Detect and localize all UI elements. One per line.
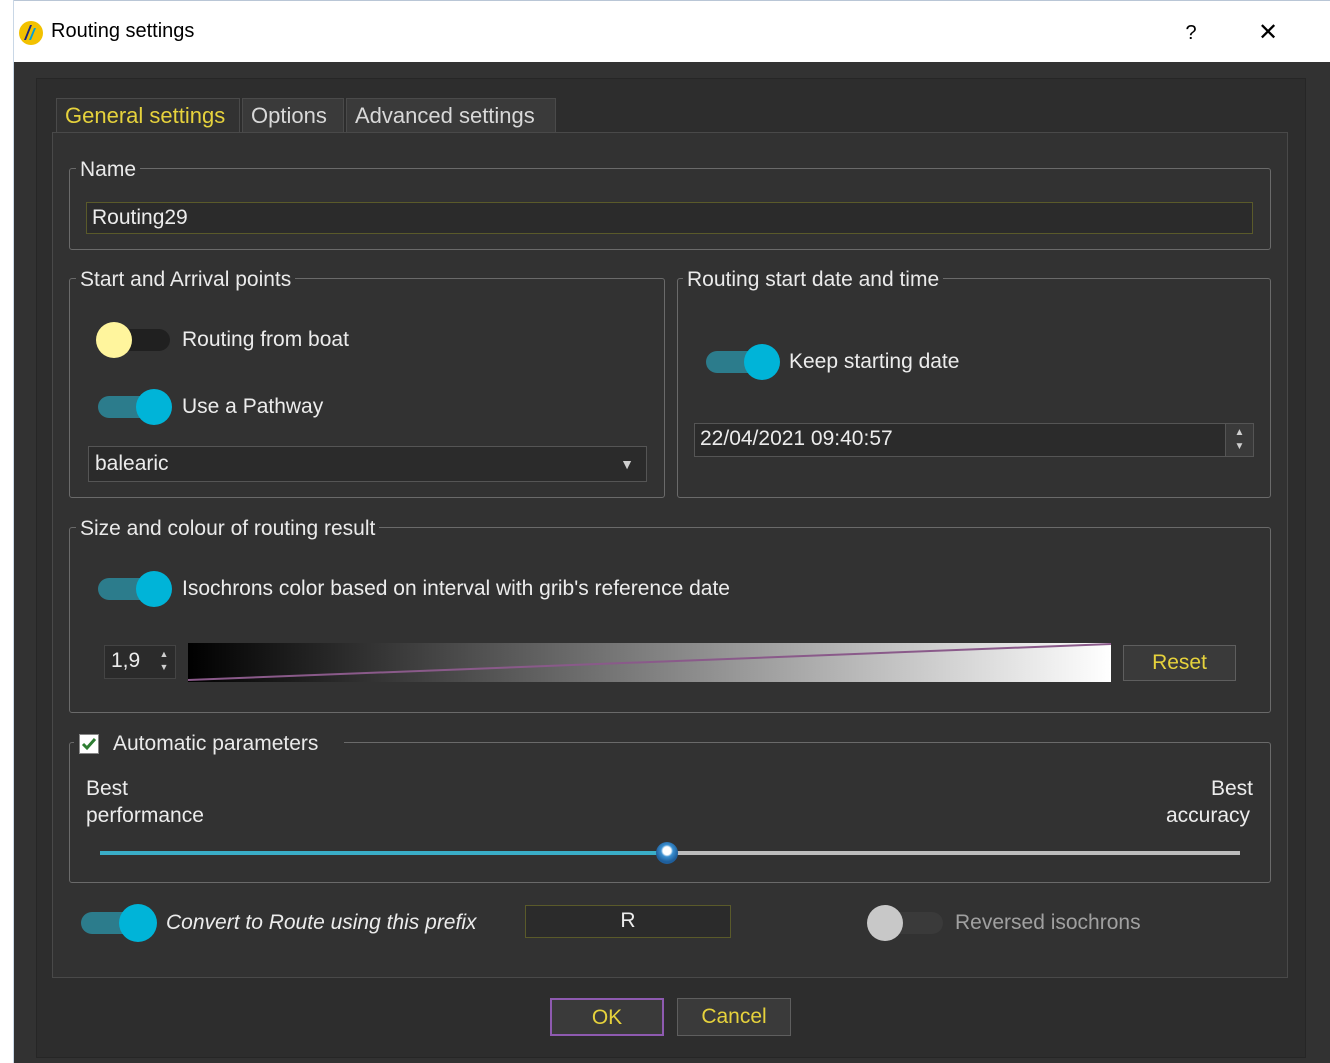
performance-accuracy-slider[interactable] (100, 840, 1240, 866)
reversed-isochrons-toggle[interactable] (867, 904, 945, 942)
toggle-knob (119, 904, 157, 942)
datetime-value: 22/04/2021 09:40:57 (700, 427, 893, 450)
datetime-input[interactable]: 22/04/2021 09:40:57 ▲ ▼ (694, 423, 1254, 457)
tab-options[interactable]: Options (242, 98, 344, 132)
line-width-spinner[interactable]: ▲ ▼ (155, 648, 173, 676)
tab-advanced-settings[interactable]: Advanced settings (346, 98, 556, 132)
pathway-select-value: balearic (95, 452, 169, 475)
start-arrival-title: Start and Arrival points (76, 267, 296, 293)
performance-label: performance (86, 804, 204, 827)
pathway-select[interactable]: balearic ▼ (88, 446, 647, 482)
line-width-spinbox[interactable]: 1,9 ▲ ▼ (104, 645, 176, 679)
best-label-right: Best (1211, 777, 1254, 800)
slider-empty-track (667, 851, 1240, 855)
reset-button[interactable]: Reset (1123, 645, 1236, 681)
close-button[interactable]: ✕ (1240, 14, 1296, 52)
keep-starting-date-label: Keep starting date (789, 350, 960, 373)
best-label-left: Best (86, 777, 129, 800)
size-colour-group (69, 527, 1271, 713)
spin-up-icon[interactable]: ▲ (155, 648, 173, 661)
chevron-down-icon: ▼ (620, 456, 634, 472)
automatic-params-title: Automatic parameters (109, 731, 323, 757)
convert-to-route-toggle[interactable] (81, 904, 159, 942)
ok-button[interactable]: OK (550, 998, 664, 1036)
title-bar (14, 0, 1330, 62)
spin-down-icon[interactable]: ▼ (1226, 440, 1253, 454)
accuracy-label: accuracy (1166, 804, 1251, 827)
line-width-value: 1,9 (111, 649, 141, 672)
spin-up-icon[interactable]: ▲ (1226, 426, 1253, 440)
toggle-knob (744, 344, 780, 380)
route-prefix-input[interactable]: R (525, 905, 731, 938)
tab-general-settings[interactable]: General settings (56, 98, 240, 132)
keep-starting-date-toggle[interactable] (706, 344, 782, 380)
checkmark-icon (81, 738, 97, 751)
color-gradient-bar[interactable] (188, 643, 1111, 682)
routing-from-boat-label: Routing from boat (182, 328, 349, 351)
help-button[interactable]: ? (1168, 14, 1214, 52)
desktop-edge (0, 0, 14, 1063)
slider-filled-track (100, 851, 667, 855)
convert-to-route-label: Convert to Route using this prefix (166, 911, 477, 934)
isochron-color-toggle[interactable] (98, 571, 174, 607)
isochron-color-label: Isochrons color based on interval with g… (182, 577, 730, 600)
routing-from-boat-toggle[interactable] (96, 322, 172, 358)
cancel-button[interactable]: Cancel (677, 998, 791, 1036)
spin-down-icon[interactable]: ▼ (155, 661, 173, 674)
size-colour-title: Size and colour of routing result (76, 516, 380, 542)
datetime-spinner[interactable]: ▲ ▼ (1225, 424, 1253, 456)
slider-handle[interactable] (656, 842, 678, 864)
start-date-group (677, 278, 1271, 498)
window-title: Routing settings (51, 20, 195, 42)
name-group-title: Name (76, 157, 141, 183)
reversed-isochrons-label: Reversed isochrons (955, 911, 1141, 934)
toggle-knob (136, 389, 172, 425)
toggle-knob (867, 905, 903, 941)
use-pathway-toggle[interactable] (98, 389, 174, 425)
use-pathway-label: Use a Pathway (182, 395, 324, 418)
name-input[interactable]: Routing29 (86, 202, 1253, 234)
start-date-title: Routing start date and time (683, 267, 944, 293)
toggle-knob (136, 571, 172, 607)
toggle-knob (96, 322, 132, 358)
app-logo-icon (18, 20, 44, 46)
automatic-params-checkbox[interactable] (79, 734, 99, 754)
